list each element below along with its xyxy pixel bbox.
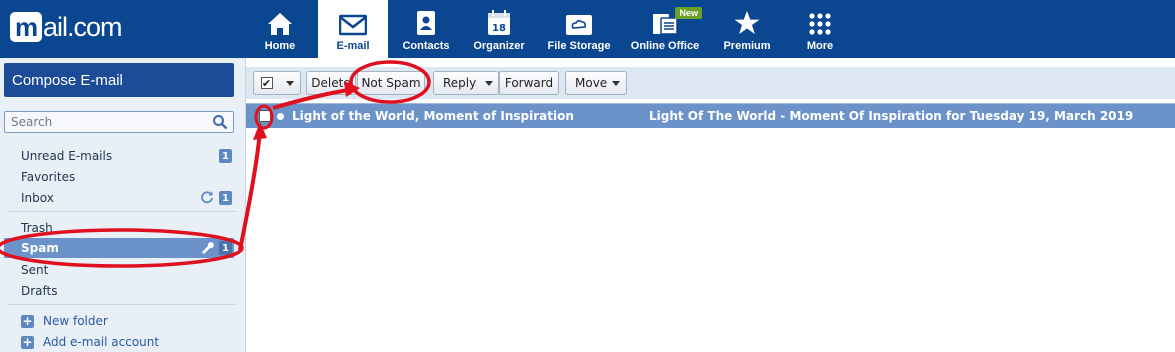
folder-divider bbox=[8, 211, 236, 212]
search-icon[interactable] bbox=[212, 114, 228, 130]
nav-label: File Storage bbox=[547, 40, 611, 52]
forward-button[interactable]: Forward bbox=[499, 71, 559, 95]
chevron-down-icon bbox=[285, 80, 294, 86]
not-spam-button[interactable]: Not Spam bbox=[357, 71, 425, 95]
nav-label: Home bbox=[264, 40, 296, 52]
search-input[interactable]: Search bbox=[4, 111, 234, 133]
chevron-down-icon bbox=[612, 81, 620, 86]
chevron-down-icon[interactable] bbox=[485, 81, 493, 86]
nav-organizer[interactable]: 18 Organizer bbox=[470, 0, 528, 58]
delete-button[interactable]: Delete bbox=[306, 71, 356, 95]
logo-mark: m bbox=[10, 12, 42, 42]
top-navigation-bar: m ail.com Home E-mail Contacts 18 Organiz… bbox=[0, 0, 1175, 58]
nav-label: Organizer bbox=[473, 40, 525, 52]
nav-premium[interactable]: Premium bbox=[718, 0, 776, 58]
plus-icon: + bbox=[21, 335, 34, 349]
unread-dot-icon bbox=[277, 113, 284, 120]
folder-label: Spam bbox=[21, 241, 59, 255]
action-label: Add e-mail account bbox=[43, 335, 160, 349]
nav-online-office[interactable]: New Online Office bbox=[626, 0, 704, 58]
unread-count-badge: 1 bbox=[219, 191, 232, 205]
folder-sent[interactable]: Sent bbox=[0, 260, 240, 280]
reply-button[interactable]: Reply bbox=[433, 71, 499, 95]
home-icon bbox=[268, 13, 292, 35]
folder-trash[interactable]: Trash bbox=[0, 218, 240, 238]
cloud-folder-icon bbox=[566, 15, 592, 35]
move-button[interactable]: Move bbox=[565, 71, 627, 95]
folder-label: Unread E-mails bbox=[21, 149, 113, 163]
select-all-checkbox[interactable]: ✔ bbox=[260, 77, 273, 89]
nav-more[interactable]: More bbox=[796, 0, 844, 58]
folder-unread-emails[interactable]: Unread E-mails 1 bbox=[0, 146, 240, 166]
message-checkbox[interactable]: ✔ bbox=[259, 110, 271, 122]
nav-label: Contacts bbox=[402, 40, 450, 52]
action-label: New folder bbox=[43, 314, 108, 328]
refresh-icon[interactable] bbox=[200, 190, 214, 204]
move-label: Move bbox=[575, 76, 608, 90]
plus-icon: + bbox=[21, 314, 34, 328]
contacts-icon bbox=[417, 11, 435, 35]
nav-file-storage[interactable]: File Storage bbox=[544, 0, 614, 58]
folder-label: Favorites bbox=[21, 170, 76, 184]
folder-label: Inbox bbox=[21, 191, 54, 205]
envelope-icon bbox=[339, 14, 367, 36]
folder-favorites[interactable]: Favorites bbox=[0, 167, 240, 187]
sidebar: Compose E-mail Search Unread E-mails 1 F… bbox=[0, 58, 246, 352]
new-badge: New bbox=[675, 7, 702, 19]
grid-icon bbox=[809, 13, 831, 35]
unread-count-badge: 1 bbox=[219, 241, 232, 255]
star-icon bbox=[734, 11, 760, 34]
unread-count-badge: 1 bbox=[219, 149, 232, 163]
nav-label: More bbox=[806, 40, 834, 52]
mailcom-logo[interactable]: m ail.com bbox=[10, 11, 123, 42]
calendar-icon: 18 bbox=[488, 10, 510, 35]
nav-label: Premium bbox=[723, 40, 771, 52]
message-subject: Light Of The World - Moment Of Inspirati… bbox=[649, 109, 1134, 123]
folder-drafts[interactable]: Drafts bbox=[0, 281, 240, 301]
folder-label: Trash bbox=[21, 221, 53, 235]
office-icon bbox=[653, 14, 678, 35]
mail-toolbar: ✔ Delete Not Spam Reply Forward Move bbox=[246, 67, 1175, 99]
nav-label: Online Office bbox=[630, 40, 700, 52]
message-row[interactable]: ✔ Light of the World, Moment of Inspirat… bbox=[246, 104, 1175, 128]
search-placeholder: Search bbox=[11, 115, 53, 129]
folder-divider bbox=[8, 304, 236, 305]
compose-email-button[interactable]: Compose E-mail bbox=[4, 63, 234, 97]
folder-label: Sent bbox=[21, 263, 49, 277]
select-all-dropdown[interactable]: ✔ bbox=[253, 71, 301, 95]
logo-text: ail.com bbox=[43, 11, 123, 42]
nav-home[interactable]: Home bbox=[254, 0, 306, 58]
folder-label: Drafts bbox=[21, 284, 58, 298]
folder-spam[interactable]: Spam 1 bbox=[4, 238, 234, 258]
nav-label: E-mail bbox=[336, 40, 370, 52]
nav-contacts[interactable]: Contacts bbox=[398, 0, 454, 58]
wrench-icon[interactable] bbox=[200, 240, 214, 254]
message-sender: Light of the World, Moment of Inspiratio… bbox=[292, 109, 574, 123]
new-folder-link[interactable]: + New folder bbox=[21, 312, 108, 330]
folder-inbox[interactable]: Inbox 1 bbox=[0, 188, 240, 208]
add-email-account-link[interactable]: + Add e-mail account bbox=[21, 333, 159, 351]
reply-label: Reply bbox=[443, 76, 477, 90]
nav-email[interactable]: E-mail bbox=[318, 0, 388, 58]
calendar-day-text: 18 bbox=[492, 23, 506, 34]
